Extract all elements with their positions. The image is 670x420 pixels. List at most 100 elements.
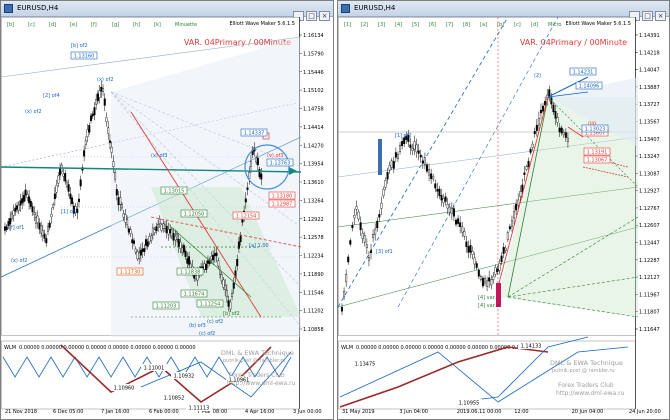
candle-body	[59, 167, 62, 176]
price-axis-label: 1.12287	[639, 258, 660, 264]
candle-body	[206, 260, 209, 264]
candle-body	[504, 247, 507, 251]
candle-body	[552, 104, 555, 113]
price-box-label: 1.12154	[236, 214, 257, 220]
candle-body	[241, 219, 244, 223]
indicator-price-label: 1.11113	[189, 406, 210, 412]
candle-body	[212, 254, 215, 261]
candle-body	[167, 229, 170, 235]
candle-body	[236, 258, 239, 267]
price-axis-label: 1.12447	[639, 241, 660, 247]
price-box-label: 1.11730	[120, 270, 141, 276]
candle-body	[119, 197, 122, 205]
candle-body	[347, 256, 350, 263]
candle-body	[9, 218, 12, 225]
wave-label: [4] var.	[478, 295, 496, 301]
wave-label: (c) of2	[199, 331, 215, 337]
price-box-label: 1.11674	[184, 292, 205, 298]
candle-body	[163, 224, 166, 229]
price-box-label: 1.13180	[272, 194, 293, 200]
candle-body	[425, 164, 428, 172]
candle-body	[21, 198, 24, 204]
price-axis-label: 1.15790	[303, 51, 324, 57]
price-axis-label: 1.10858	[303, 327, 324, 333]
indicator-name: WLM	[4, 345, 16, 351]
candle-body	[258, 169, 261, 178]
top-wave-label: [e]	[70, 22, 77, 28]
watermark-club: Forex Traders Club	[558, 382, 614, 389]
candle-body	[112, 161, 115, 168]
candle-body	[95, 99, 98, 105]
candle-body	[138, 252, 141, 259]
candle-body	[461, 226, 464, 233]
indicator-price-label: 1.14133	[521, 344, 542, 350]
price-box-label: 1.14337	[244, 131, 265, 137]
candle-body	[529, 148, 532, 153]
candle-body	[93, 107, 96, 116]
candle-body	[170, 229, 173, 237]
wave-label: [b] of2	[71, 43, 88, 49]
top-wave-label: [4]	[395, 22, 402, 28]
candle-body	[244, 198, 247, 203]
candle-body	[139, 249, 142, 256]
candle-body	[194, 275, 197, 280]
price-axis-label: 1.14391	[639, 33, 660, 39]
candle-body	[45, 238, 48, 244]
price-axis-label: 1.11967	[639, 292, 660, 298]
candle-body	[523, 172, 526, 175]
candle-body	[165, 225, 168, 234]
indicator-price-label: 1.10960	[114, 386, 135, 392]
left-price-chart[interactable]: [b] [c] [d] [e] [f] [g] [h] [k] Minuette Elliott …	[1, 17, 334, 420]
candle-body	[430, 173, 433, 180]
wave-label: (x) of2	[11, 258, 27, 264]
wave-label: [4] var.	[478, 303, 496, 309]
candle-body	[145, 239, 148, 246]
wave-label: (v) of3	[267, 153, 283, 159]
price-axis-label: 1.12767	[639, 206, 660, 212]
price-axis-label: 1.12927	[639, 189, 660, 195]
candle-body	[10, 213, 13, 220]
price-box-label: 1.13191	[587, 150, 608, 156]
candle-body	[188, 256, 191, 265]
candle-body	[181, 247, 184, 253]
candle-body	[357, 211, 360, 220]
candle-body	[459, 222, 462, 227]
candle-body	[500, 255, 503, 263]
indicator-price-label: 1.10852	[164, 396, 185, 402]
candle-body	[486, 280, 489, 287]
candle-body	[473, 257, 476, 265]
watermark-url: http://www.dml-ewa.ru	[227, 380, 296, 387]
candle-body	[496, 268, 499, 273]
date-axis-label: 6 Dec 05:00	[53, 409, 83, 415]
candle-body	[222, 279, 225, 288]
candle-body	[33, 212, 36, 215]
candle-body	[64, 173, 67, 182]
candle-body	[477, 270, 480, 277]
candle-body	[471, 250, 474, 255]
candle-body	[392, 161, 395, 169]
left-title-bar[interactable]: EURUSD,H4 _ □ ×	[1, 1, 333, 21]
candle-body	[539, 109, 542, 114]
right-price-chart[interactable]: [1] [2] [3] [4] [5] [6] [7] [8] [a] [b] [c] [d] Micr…	[338, 17, 670, 420]
candle-body	[67, 184, 70, 192]
candle-body	[179, 241, 182, 249]
candle-body	[521, 184, 524, 192]
candle-body	[122, 213, 125, 218]
indicator-values: 0.00000 0.00000 0.00000 0.00000 0.00000 …	[19, 345, 196, 351]
candle-body	[446, 204, 449, 209]
wave-label: [2] of4	[43, 93, 60, 99]
top-wave-label: [7]	[446, 22, 453, 28]
price-box-label: 1.11254	[200, 302, 221, 308]
candle-body	[136, 251, 139, 260]
price-axis-label: 1.13407	[639, 137, 660, 143]
right-chart-window[interactable]: EURUSD,H4 _ □ × [1] [2] [3] [4] [5] [6] [7] [8] [a…	[337, 0, 670, 420]
candle-body	[531, 143, 534, 148]
top-wave-label: [6]	[429, 22, 436, 28]
candle-body	[566, 137, 569, 142]
candle-body	[492, 275, 495, 280]
indicator-price-label: 1.13475	[355, 362, 376, 368]
wave-label: [f] of1	[9, 225, 24, 231]
candle-body	[533, 131, 536, 135]
right-title-bar[interactable]: EURUSD,H4 _ □ ×	[338, 1, 669, 21]
left-chart-window[interactable]: EURUSD,H4 _ □ × [b] [c] [d] [e] [f] [g] [h] [k] Mi…	[0, 0, 334, 420]
